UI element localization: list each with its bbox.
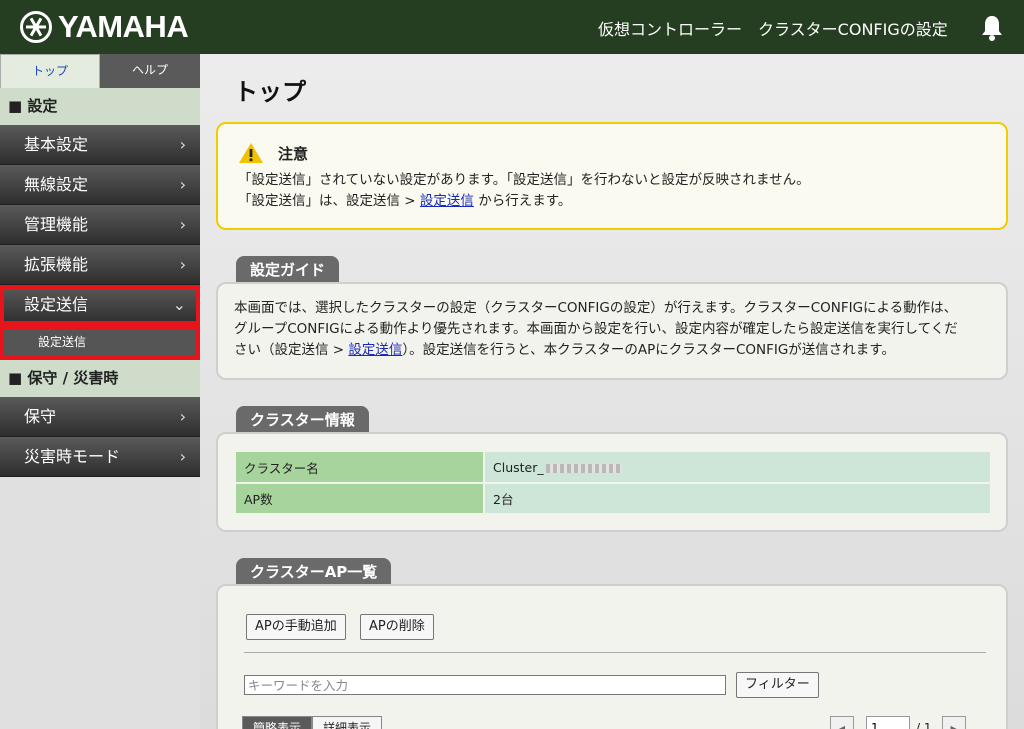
page-total: / 1 xyxy=(916,721,932,729)
chevron-right-icon: › xyxy=(179,175,186,194)
cluster-info-panel: クラスター名 Cluster_ AP数 2台 xyxy=(216,432,1008,532)
chevron-right-icon: › xyxy=(179,407,186,426)
sidebar-item-label: 設定送信 xyxy=(24,295,89,314)
delete-ap-button[interactable]: APの削除 xyxy=(360,614,434,640)
cluster-name-value: Cluster_ xyxy=(484,452,990,484)
sidebar-item-send-settings[interactable]: 設定送信 ⌄ xyxy=(0,285,200,325)
tab-simple-view[interactable]: 簡略表示 xyxy=(242,716,313,729)
section-settings-heading: ■ 設定 xyxy=(0,88,200,125)
warning-text-suffix: から行えます。 xyxy=(473,193,572,209)
warning-title: 注意 xyxy=(278,144,309,163)
divider xyxy=(244,652,986,653)
sidebar-item-extensions[interactable]: 拡張機能 › xyxy=(0,245,200,285)
guide-text: 本画面では、選択したクラスターの設定（クラスターCONFIGの設定）が行えます。… xyxy=(218,284,1006,375)
tab-top[interactable]: トップ xyxy=(0,54,100,88)
ap-list-panel: APの手動追加 APの削除 フィルター 簡略表示 詳細表示 ◂ / 1 ▸ xyxy=(216,584,1008,729)
guide-line-2: グループCONFIGによる動作より優先されます。本画面から設定を行い、設定内容が… xyxy=(234,321,958,337)
header-title: 仮想コントローラー クラスターCONFIGの設定 xyxy=(598,20,948,39)
table-row: AP数 2台 xyxy=(236,483,990,515)
page-number-input[interactable] xyxy=(866,716,910,729)
warning-heading: 注意 xyxy=(238,142,986,164)
filter-button[interactable]: フィルター xyxy=(736,672,819,698)
guide-panel: 本画面では、選択したクラスターの設定（クラスターCONFIGの設定）が行えます。… xyxy=(216,282,1008,380)
cluster-info-section-tab: クラスター情報 xyxy=(236,406,369,433)
sidebar-item-maintenance[interactable]: 保守 › xyxy=(0,397,200,437)
view-mode-tabs: 簡略表示 詳細表示 xyxy=(242,716,383,729)
chevron-right-icon: › xyxy=(179,135,186,154)
yamaha-tuning-fork-icon xyxy=(20,11,52,43)
logo-text: YAMAHA xyxy=(58,9,189,44)
ap-count-label: AP数 xyxy=(236,483,485,515)
main-content: トップ 注意 「設定送信」されていない設定があります。「設定送信」を行わないと設… xyxy=(200,54,1024,729)
guide-send-settings-link[interactable]: 設定送信 xyxy=(348,342,402,358)
sidebar-item-disaster-mode[interactable]: 災害時モード › xyxy=(0,437,200,477)
sidebar-item-label: 拡張機能 xyxy=(24,255,89,274)
bell-icon[interactable] xyxy=(980,14,1004,42)
table-row: クラスター名 Cluster_ xyxy=(236,452,990,484)
guide-line-3-prefix: さい（設定送信 > xyxy=(234,342,349,358)
top-header: YAMAHA 仮想コントローラー クラスターCONFIGの設定 xyxy=(0,0,1024,54)
ap-count-value: 2台 xyxy=(484,483,990,515)
sidebar-item-label: 基本設定 xyxy=(24,135,89,154)
next-page-button[interactable]: ▸ xyxy=(941,716,966,729)
chevron-right-icon: › xyxy=(179,215,186,234)
prev-page-button[interactable]: ◂ xyxy=(830,716,854,729)
page-title: トップ xyxy=(234,78,306,106)
guide-section-tab: 設定ガイド xyxy=(236,256,340,283)
sidebar-item-basic-settings[interactable]: 基本設定 › xyxy=(0,125,200,165)
add-ap-button[interactable]: APの手動追加 xyxy=(246,614,346,640)
tab-detail-view[interactable]: 詳細表示 xyxy=(312,716,383,729)
guide-line-1: 本画面では、選択したクラスターの設定（クラスターCONFIGの設定）が行えます。… xyxy=(234,300,958,316)
sidebar-item-label: 管理機能 xyxy=(24,215,89,234)
guide-line-3: さい（設定送信 > 設定送信）。設定送信を行うと、本クラスターのAPにクラスター… xyxy=(234,340,990,361)
sidebar-item-label: 災害時モード xyxy=(24,447,121,466)
keyword-search-input[interactable] xyxy=(244,675,726,695)
send-settings-link[interactable]: 設定送信 xyxy=(420,193,474,209)
sidebar-item-label: 無線設定 xyxy=(24,175,89,194)
guide-line-3-suffix: ）。設定送信を行うと、本クラスターのAPにクラスターCONFIGが送信されます。 xyxy=(402,342,895,358)
pagination: ◂ / 1 ▸ xyxy=(830,716,966,729)
ap-list-section-tab: クラスターAP一覧 xyxy=(236,558,392,585)
sidebar-item-management[interactable]: 管理機能 › xyxy=(0,205,200,245)
warning-text-1: 「設定送信」されていない設定があります。「設定送信」を行わないと設定が反映されま… xyxy=(238,172,810,188)
chevron-down-icon: ⌄ xyxy=(172,295,186,314)
yamaha-logo[interactable]: YAMAHA xyxy=(20,9,189,45)
warning-icon xyxy=(239,143,263,163)
chevron-right-icon: › xyxy=(179,447,186,466)
sidebar-subitem-send-settings[interactable]: 設定送信 xyxy=(0,325,200,360)
chevron-right-icon: › xyxy=(179,255,186,274)
sidebar-item-wireless-settings[interactable]: 無線設定 › xyxy=(0,165,200,205)
sidebar-tabs: トップ ヘルプ xyxy=(0,54,200,88)
redacted-text xyxy=(545,463,622,473)
cluster-info-table: クラスター名 Cluster_ AP数 2台 xyxy=(236,452,990,515)
section-maintenance-heading: ■ 保守 / 災害時 xyxy=(0,360,200,397)
sidebar: トップ ヘルプ ■ 設定 基本設定 › 無線設定 › 管理機能 › 拡張機能 ›… xyxy=(0,54,200,729)
warning-text-2: 「設定送信」は、設定送信 > 設定送信 から行えます。 xyxy=(238,191,986,212)
warning-box: 注意 「設定送信」されていない設定があります。「設定送信」を行わないと設定が反映… xyxy=(216,122,1008,230)
sidebar-item-label: 保守 xyxy=(24,407,57,426)
warning-text-prefix: 「設定送信」は、設定送信 > xyxy=(238,193,420,209)
cluster-name-label: クラスター名 xyxy=(236,452,485,484)
tab-help[interactable]: ヘルプ xyxy=(100,54,200,88)
